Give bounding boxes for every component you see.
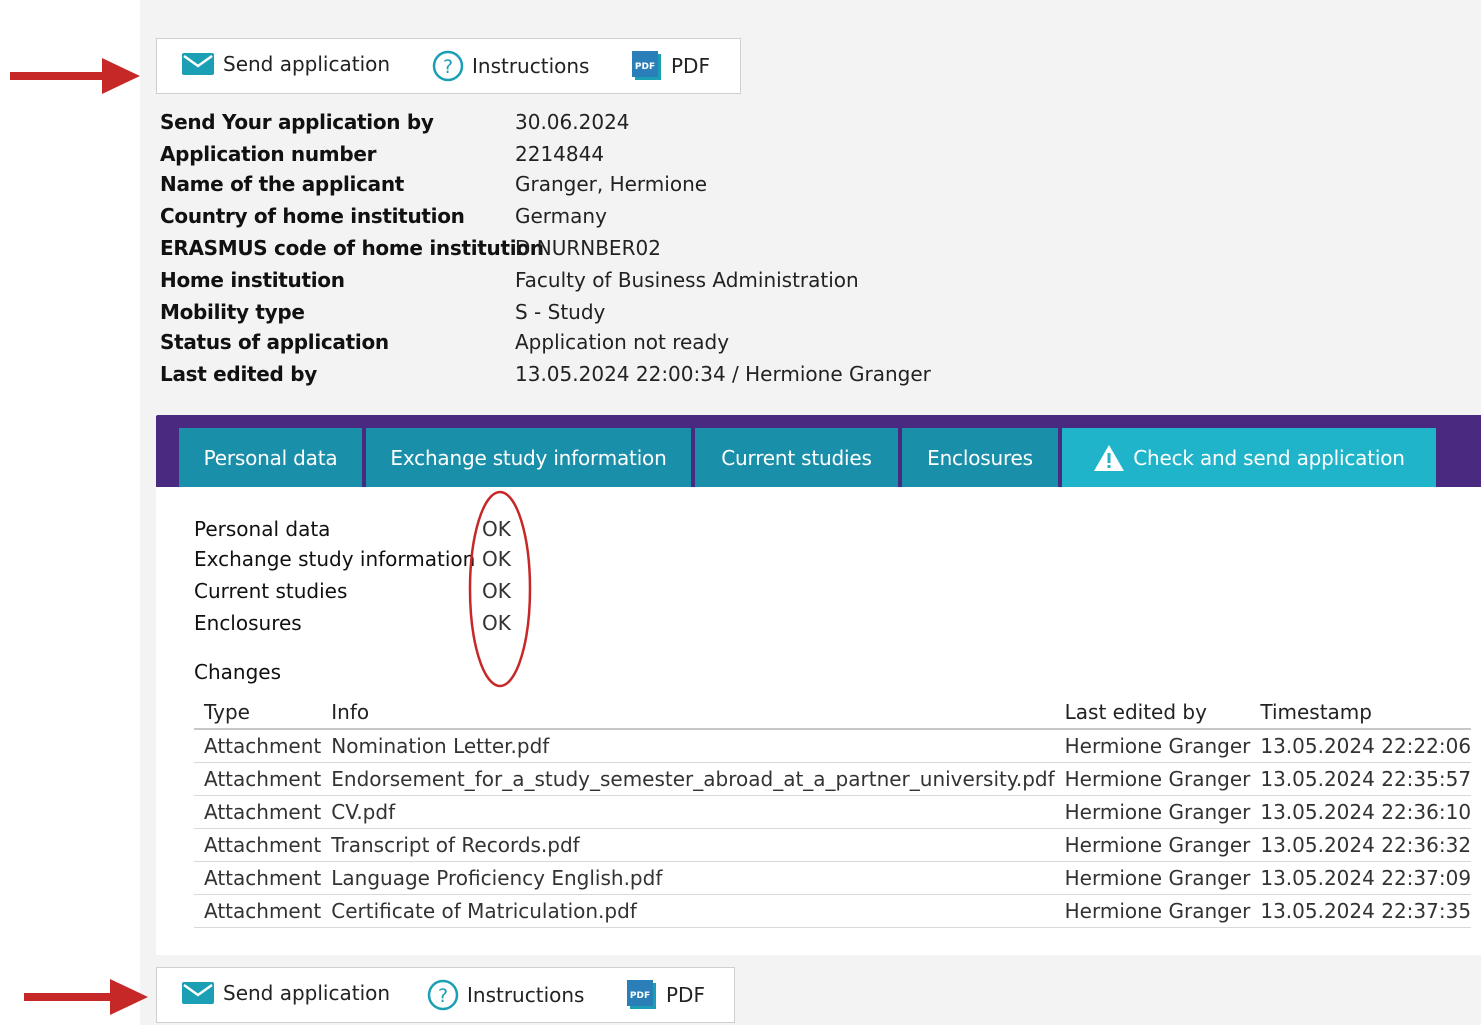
column-header-last-edited-by: Last edited by	[1054, 696, 1251, 730]
pdf-button[interactable]: PDF PDF	[631, 50, 710, 82]
envelope-icon	[181, 980, 215, 1006]
send-application-button[interactable]: Send application	[181, 51, 390, 77]
table-row: Attachment Transcript of Records.pdf Her…	[194, 828, 1472, 862]
pdf-label: PDF	[666, 983, 705, 1007]
annotation-arrow-bottom	[24, 979, 148, 1015]
pdf-label: PDF	[671, 54, 710, 78]
envelope-icon	[181, 51, 215, 77]
pdf-icon: PDF	[626, 979, 658, 1011]
tab-current-studies[interactable]: Current studies	[695, 428, 898, 487]
svg-text:PDF: PDF	[630, 991, 650, 1001]
tab-bar: Personal data Exchange study information…	[156, 415, 1481, 487]
instructions-label: Instructions	[472, 54, 590, 78]
pdf-icon: PDF	[631, 50, 663, 82]
help-circle-icon: ?	[427, 979, 459, 1011]
send-application-button[interactable]: Send application	[181, 980, 390, 1006]
table-header-row: Type Info Last edited by Timestamp	[194, 696, 1472, 730]
tab-enclosures[interactable]: Enclosures	[902, 428, 1058, 487]
annotation-ellipse	[468, 490, 532, 688]
instructions-button[interactable]: ? Instructions	[432, 50, 589, 82]
svg-text:?: ?	[443, 56, 453, 78]
changes-title: Changes	[194, 660, 281, 684]
tab-check-and-send-application[interactable]: Check and send application	[1062, 428, 1436, 487]
tab-exchange-study-information[interactable]: Exchange study information	[366, 428, 691, 487]
warning-icon	[1093, 444, 1125, 472]
top-toolbar: Send application ? Instructions PDF PDF	[156, 38, 741, 94]
send-application-label: Send application	[223, 52, 391, 76]
table-row: Attachment CV.pdf Hermione Granger 13.05…	[194, 795, 1472, 829]
svg-text:PDF: PDF	[635, 62, 655, 72]
bottom-toolbar: Send application ? Instructions PDF PDF	[156, 967, 735, 1023]
send-application-label: Send application	[223, 981, 391, 1005]
column-header-info: Info	[321, 696, 1055, 730]
table-row: Attachment Language Proficiency English.…	[194, 861, 1472, 895]
instructions-button[interactable]: ? Instructions	[427, 979, 584, 1011]
annotation-arrow-top	[10, 58, 140, 94]
column-header-type: Type	[194, 696, 322, 730]
table-row: Attachment Endorsement_for_a_study_semes…	[194, 762, 1472, 796]
help-circle-icon: ?	[432, 50, 464, 82]
table-row: Attachment Certificate of Matriculation.…	[194, 894, 1472, 928]
changes-table: Type Info Last edited by Timestamp Attac…	[194, 696, 1472, 928]
instructions-label: Instructions	[467, 983, 585, 1007]
column-header-timestamp: Timestamp	[1250, 696, 1472, 730]
svg-text:?: ?	[438, 985, 448, 1007]
pdf-button[interactable]: PDF PDF	[626, 979, 705, 1011]
tab-personal-data[interactable]: Personal data	[179, 428, 362, 487]
table-row: Attachment Nomination Letter.pdf Hermion…	[194, 729, 1472, 763]
